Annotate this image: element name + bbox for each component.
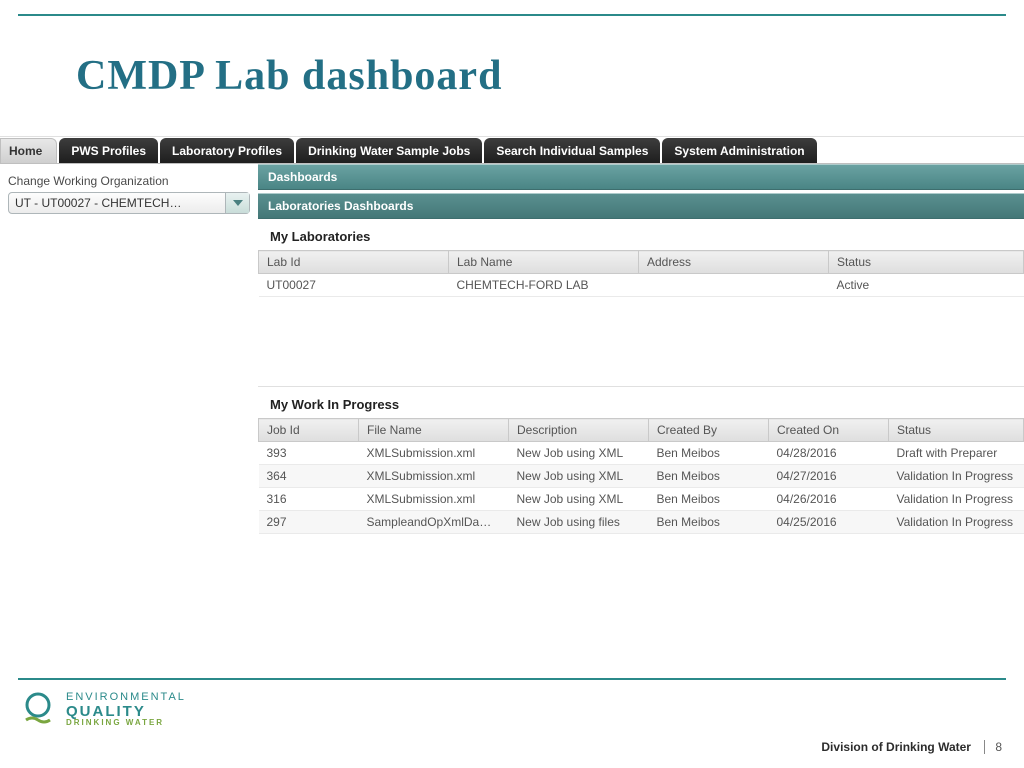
cell: 04/27/2016 bbox=[769, 465, 889, 488]
panel-header-dashboards: Dashboards bbox=[258, 164, 1024, 190]
sidebar: Change Working Organization UT - UT00027… bbox=[0, 164, 258, 643]
cell: New Job using files bbox=[509, 511, 649, 534]
wip-table: Job Id File Name Description Created By … bbox=[258, 418, 1024, 534]
my-laboratories-block: My Laboratories Lab Id Lab Name Address … bbox=[258, 219, 1024, 387]
sidebar-label: Change Working Organization bbox=[8, 174, 250, 188]
chevron-down-icon[interactable] bbox=[225, 193, 249, 213]
footer-division: Division of Drinking Water bbox=[821, 740, 971, 754]
wip-col-status[interactable]: Status bbox=[889, 419, 1024, 442]
cell: New Job using XML bbox=[509, 442, 649, 465]
work-in-progress-block: My Work In Progress Job Id File Name Des… bbox=[258, 387, 1024, 567]
page-title: CMDP Lab dashboard bbox=[76, 52, 502, 100]
labs-col-address[interactable]: Address bbox=[639, 251, 829, 274]
labs-table: Lab Id Lab Name Address Status UT00027 C… bbox=[258, 250, 1024, 297]
tab-search-samples[interactable]: Search Individual Samples bbox=[484, 138, 660, 163]
logo-icon bbox=[20, 692, 56, 728]
table-row[interactable]: 364XMLSubmission.xmlNew Job using XMLBen… bbox=[259, 465, 1024, 488]
cell: XMLSubmission.xml bbox=[359, 465, 509, 488]
cell: 364 bbox=[259, 465, 359, 488]
cell: 393 bbox=[259, 442, 359, 465]
app-screenshot: Home PWS Profiles Laboratory Profiles Dr… bbox=[0, 136, 1024, 646]
cell: Active bbox=[829, 274, 1024, 297]
wip-col-by[interactable]: Created By bbox=[649, 419, 769, 442]
cell: Ben Meibos bbox=[649, 442, 769, 465]
cell: New Job using XML bbox=[509, 488, 649, 511]
cell: Validation In Progress bbox=[889, 511, 1024, 534]
dropdown-value: UT - UT00027 - CHEMTECH… bbox=[9, 193, 225, 213]
wip-col-desc[interactable]: Description bbox=[509, 419, 649, 442]
cell: SampleandOpXmlDa… bbox=[359, 511, 509, 534]
table-row[interactable]: 316XMLSubmission.xmlNew Job using XMLBen… bbox=[259, 488, 1024, 511]
working-org-dropdown[interactable]: UT - UT00027 - CHEMTECH… bbox=[8, 192, 250, 214]
cell: Validation In Progress bbox=[889, 465, 1024, 488]
wip-col-file[interactable]: File Name bbox=[359, 419, 509, 442]
main-area: Dashboards Laboratories Dashboards My La… bbox=[258, 164, 1024, 643]
cell: UT00027 bbox=[259, 274, 449, 297]
tab-system-admin[interactable]: System Administration bbox=[662, 138, 816, 163]
cell bbox=[639, 274, 829, 297]
tab-sample-jobs[interactable]: Drinking Water Sample Jobs bbox=[296, 138, 482, 163]
content-pane: Change Working Organization UT - UT00027… bbox=[0, 163, 1024, 643]
section-title-labs: My Laboratories bbox=[258, 219, 1024, 250]
labs-col-status[interactable]: Status bbox=[829, 251, 1024, 274]
tab-laboratory-profiles[interactable]: Laboratory Profiles bbox=[160, 138, 294, 163]
cell: XMLSubmission.xml bbox=[359, 488, 509, 511]
section-title-wip: My Work In Progress bbox=[258, 387, 1024, 418]
footer: Division of Drinking Water 8 bbox=[821, 740, 1002, 754]
cell: 04/28/2016 bbox=[769, 442, 889, 465]
cell: New Job using XML bbox=[509, 465, 649, 488]
logo-line3: DRINKING WATER bbox=[66, 719, 186, 727]
cell: 316 bbox=[259, 488, 359, 511]
cell: 04/26/2016 bbox=[769, 488, 889, 511]
cell: XMLSubmission.xml bbox=[359, 442, 509, 465]
labs-col-name[interactable]: Lab Name bbox=[449, 251, 639, 274]
wip-col-jobid[interactable]: Job Id bbox=[259, 419, 359, 442]
cell: Validation In Progress bbox=[889, 488, 1024, 511]
cell: 04/25/2016 bbox=[769, 511, 889, 534]
tab-bar: Home PWS Profiles Laboratory Profiles Dr… bbox=[0, 137, 1024, 163]
bottom-rule bbox=[18, 678, 1006, 680]
cell: Ben Meibos bbox=[649, 511, 769, 534]
table-row[interactable]: 393XMLSubmission.xmlNew Job using XMLBen… bbox=[259, 442, 1024, 465]
panel-header-labs-dashboards: Laboratories Dashboards bbox=[258, 193, 1024, 219]
logo-text: ENVIRONMENTAL QUALITY DRINKING WATER bbox=[66, 692, 186, 728]
cell: CHEMTECH-FORD LAB bbox=[449, 274, 639, 297]
labs-col-id[interactable]: Lab Id bbox=[259, 251, 449, 274]
cell: Draft with Preparer bbox=[889, 442, 1024, 465]
top-rule bbox=[18, 14, 1006, 16]
cell: Ben Meibos bbox=[649, 465, 769, 488]
wip-col-on[interactable]: Created On bbox=[769, 419, 889, 442]
tab-home[interactable]: Home bbox=[0, 138, 57, 163]
cell: Ben Meibos bbox=[649, 488, 769, 511]
cell: 297 bbox=[259, 511, 359, 534]
logo-line1: ENVIRONMENTAL bbox=[66, 692, 186, 704]
deq-logo: ENVIRONMENTAL QUALITY DRINKING WATER bbox=[20, 692, 186, 728]
table-row[interactable]: UT00027 CHEMTECH-FORD LAB Active bbox=[259, 274, 1024, 297]
table-row[interactable]: 297SampleandOpXmlDa…New Job using filesB… bbox=[259, 511, 1024, 534]
page-number: 8 bbox=[984, 740, 1002, 754]
logo-line2: QUALITY bbox=[66, 704, 186, 720]
tab-pws-profiles[interactable]: PWS Profiles bbox=[59, 138, 158, 163]
